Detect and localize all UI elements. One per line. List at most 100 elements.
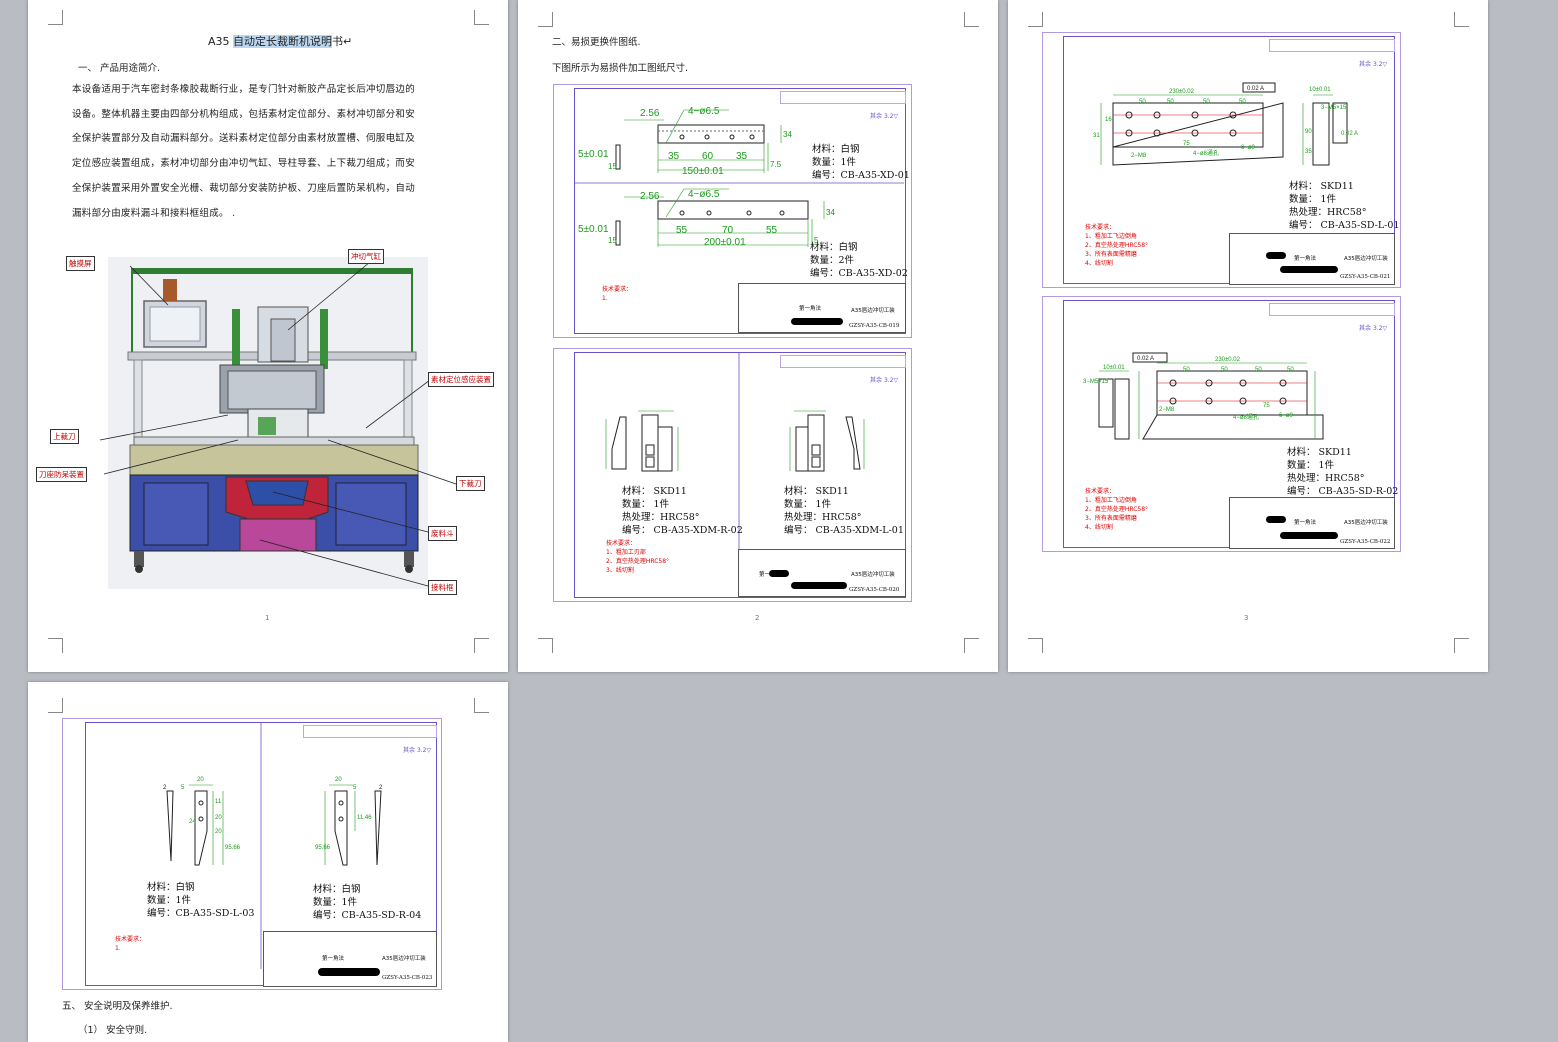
dim-label: 7.5: [770, 160, 782, 169]
dim-label: 50: [1255, 367, 1262, 373]
redacted-field: [769, 570, 789, 577]
callout-leaders: [99, 261, 457, 587]
page-4: 其余 3.2▽ 2 5 20 24 11 20 20 95.66 11.46 2…: [28, 682, 508, 1042]
dim-label: 230±0.02: [1215, 357, 1241, 363]
drawing-die-blocks[interactable]: 其余 3.2▽ 材料： SKD11 数量： 1件 热处理：HRC58° 编号： …: [553, 348, 912, 602]
dim-label: 50: [1287, 367, 1294, 373]
dim-label: 95.66: [315, 845, 331, 851]
redacted-field: [1280, 532, 1338, 539]
dim-label: 4−ø6.5: [688, 106, 720, 117]
drawing-number: GZSY-A35-CB-022: [1340, 539, 1391, 545]
dim-label: 20: [335, 777, 342, 783]
title-block: 第一角法 A35唇边冲切工装 GZSY-A35-CB-019: [738, 283, 906, 333]
dim-label: 150±0.01: [682, 166, 724, 177]
drawing-side-blades[interactable]: 其余 3.2▽ 2 5 20 24 11 20 20 95.66 11.46 2…: [62, 718, 442, 990]
callout-lower-blade[interactable]: 下裁刀: [456, 476, 485, 491]
redacted-field: [791, 318, 843, 325]
technical-requirements: 技术要求： 1、粗加工飞边倒角 2、真空热处理HRC58° 3、所有表面需精磨 …: [1085, 488, 1149, 531]
dim-label: 3−M5×15: [1083, 379, 1109, 385]
dim-label: 5±0.01: [578, 149, 609, 160]
dim-label: 55: [766, 225, 778, 236]
dim-label: 4−ø8通孔: [1233, 413, 1259, 421]
drawing-cutter-blades[interactable]: 其余 3.2▽ 2.56 4−ø6.5 5±0.01 15 35 60 35 1…: [553, 84, 912, 338]
callout-waste-hopper[interactable]: 废料斗: [428, 526, 457, 541]
dim-label: 15: [608, 236, 617, 245]
drawing-number: GZSY-A35-CB-021: [1340, 274, 1391, 280]
section-heading-5[interactable]: 五、 安全说明及保养维护.: [62, 998, 173, 1012]
redacted-field: [1266, 252, 1286, 259]
page-3: 其余 3.2▽ 230±0.02 50 50 50 50 0.02 A 10±0…: [1008, 0, 1488, 672]
dim-label: 3−M5×15: [1321, 105, 1347, 111]
dim-label: 75: [1183, 141, 1190, 147]
dim-label: 35: [668, 151, 680, 162]
dim-label: 10±0.01: [1309, 87, 1331, 93]
dim-label: 16: [1105, 117, 1112, 123]
part-spec: 材料：白钢 数量：2件 编号：CB-A35-XD-02: [810, 242, 908, 279]
dim-label: 10±0.01: [1103, 365, 1125, 371]
callout-punch-cylinder[interactable]: 冲切气缸: [348, 249, 384, 264]
section-heading-2[interactable]: 二、易损更换件图纸.: [552, 34, 641, 48]
callout-touchscreen[interactable]: 触摸屏: [66, 256, 95, 271]
dim-label: 95.66: [225, 845, 241, 851]
title-block-projection: 第一角法: [799, 306, 822, 312]
dim-label: 50: [1183, 367, 1190, 373]
title-block-projection: 第一角法: [1294, 520, 1317, 526]
dim-label: 230±0.02: [1169, 89, 1195, 95]
technical-requirements: 技术要求： 1、粗加工飞边倒角 2、真空热处理HRC58° 3、所有表面需精磨 …: [1085, 224, 1149, 267]
title-block-name: A35唇边冲切工装: [1344, 256, 1388, 262]
margin-mark: [1028, 638, 1043, 653]
margin-mark: [964, 12, 979, 27]
title-block-name: A35唇边冲切工装: [851, 308, 895, 314]
callout-upper-blade[interactable]: 上裁刀: [50, 429, 79, 444]
margin-mark: [1028, 12, 1043, 27]
dim-label: 35: [736, 151, 748, 162]
dim-label: 2.56: [640, 191, 660, 202]
dim-label: 50: [1203, 99, 1210, 105]
margin-mark: [538, 638, 553, 653]
technical-requirements: 技术要求： 1、粗加工刃部 2、真空热处理HRC58° 3、线切割: [606, 540, 670, 574]
drawing-blade-seat-left[interactable]: 其余 3.2▽ 230±0.02 50 50 50 50 0.02 A 10±0…: [1042, 32, 1401, 288]
drawing-number: GZSY-A35-CB-020: [849, 587, 900, 593]
dim-label: 0.02 A: [1247, 86, 1264, 92]
dim-label: 4−ø6.5: [688, 189, 720, 200]
dim-label: 2−M8: [1159, 407, 1175, 413]
dim-label: 5: [353, 785, 357, 791]
dim-label: 5±0.01: [578, 224, 609, 235]
dim-label: 2−M8: [1131, 153, 1147, 159]
dim-label: 35: [1305, 149, 1312, 155]
margin-mark: [538, 12, 553, 27]
drawing-number: GZSY-A35-CB-023: [382, 975, 433, 981]
page-number: 1: [265, 614, 270, 622]
part-spec: 材料：白钢 数量：1件 编号：CB-A35-XD-01: [812, 144, 910, 181]
technical-requirements: 技术要求： 1.: [602, 286, 633, 302]
dim-label: 20: [197, 777, 204, 783]
title-block-projection: 第一角法: [1294, 256, 1317, 262]
dim-label: 200±0.01: [704, 237, 746, 248]
dim-label: 50: [1139, 99, 1146, 105]
dim-label: 11.46: [357, 815, 372, 821]
dim-label: 2: [379, 785, 383, 791]
drawing-number: GZSY-A35-CB-019: [849, 323, 900, 329]
callout-positioning-sensor[interactable]: 素材定位感应装置: [428, 372, 494, 387]
page-1: A35 自动定长裁断机说明书↵ 一、 产品用途简介. 本设备适用于汽车密封条橡胶…: [28, 0, 508, 672]
callout-blade-seat-foolproof[interactable]: 刀座防呆装置: [36, 467, 87, 482]
dim-label: 0.02 A: [1137, 356, 1154, 362]
callout-collection-box[interactable]: 接料框: [428, 580, 457, 595]
dim-label: 4−ø8通孔: [1193, 149, 1219, 157]
part-spec: 材料： SKD11 数量： 1件 热处理：HRC58° 编号： CB-A35-X…: [784, 486, 904, 536]
part-spec: 材料： SKD11 数量： 1件 热处理：HRC58° 编号： CB-A35-X…: [622, 486, 743, 536]
subsection-heading-1[interactable]: （1） 安全守则.: [78, 1022, 147, 1036]
title-block-name: A35唇边冲切工装: [851, 572, 895, 578]
dim-label: 11: [215, 799, 222, 805]
redacted-field: [791, 582, 847, 589]
title-block: 第一角法 A35唇边冲切工装 GZSY-A35-CB-023: [263, 931, 437, 987]
redacted-field: [1280, 266, 1338, 273]
dim-label: 55: [676, 225, 688, 236]
drawing-blade-seat-right[interactable]: 其余 3.2▽ 10±0.01 0.02 A 230±0.02 50 50 50…: [1042, 296, 1401, 552]
dim-label: 34: [826, 208, 835, 217]
drawing-intro[interactable]: 下图所示为易损件加工图纸尺寸.: [552, 60, 688, 74]
dim-label: 2: [163, 785, 167, 791]
redacted-field: [318, 968, 380, 976]
dim-label: 6−ø9: [1279, 413, 1294, 419]
page-2: 二、易损更换件图纸. 下图所示为易损件加工图纸尺寸. 其余 3.2▽ 2.56 …: [518, 0, 998, 672]
